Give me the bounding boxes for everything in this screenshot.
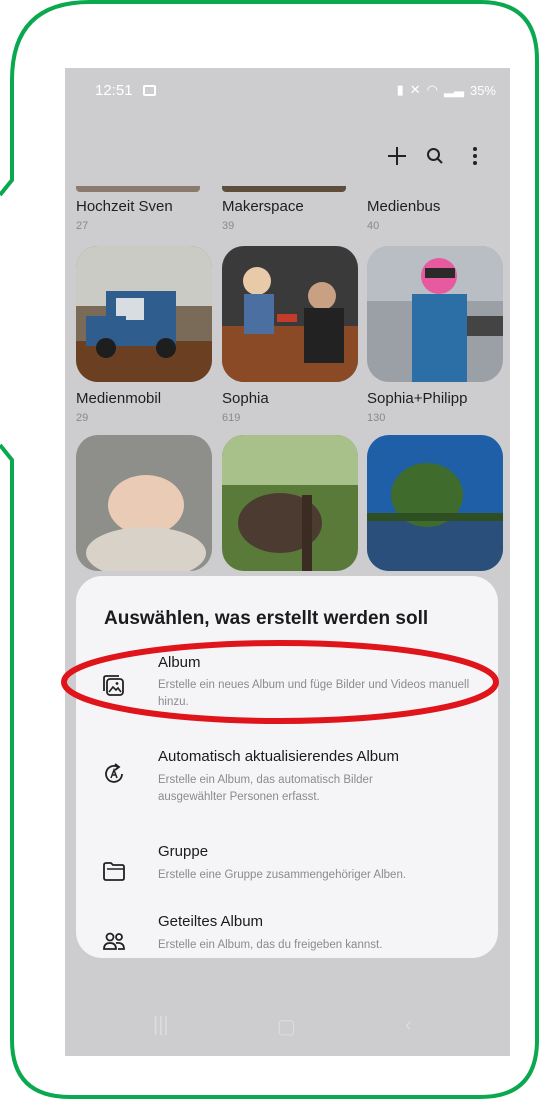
navigation-bar: ||| ▢ ‹ — [65, 996, 510, 1056]
more-vertical-icon — [473, 147, 477, 165]
option-auto-updating-album[interactable]: Automatisch aktualisierendes Album Erste… — [76, 748, 498, 828]
album-item[interactable]: Hochzeit Sven 27 — [76, 186, 212, 232]
phone-screen: 12:51 ▮ ✕ ◠ ▂▃ 35% Hochzeit Sven 27 Make… — [65, 68, 510, 1056]
album-thumbnail — [367, 435, 503, 571]
option-album[interactable]: Album Erstelle ein neues Album und füge … — [76, 654, 498, 724]
album-name: Hochzeit Sven — [76, 198, 173, 215]
album-thumbnail — [222, 246, 358, 382]
album-name: Sophia — [222, 390, 269, 407]
option-description: Erstelle ein neues Album und füge Bilder… — [158, 679, 470, 708]
search-icon — [427, 148, 443, 164]
album-name: Medienmobil — [76, 390, 162, 407]
album-count: 29 — [76, 412, 89, 424]
album-count: 130 — [367, 412, 386, 424]
recent-apps-icon[interactable]: ||| — [153, 1014, 169, 1037]
album-item[interactable] — [367, 435, 503, 571]
option-group[interactable]: Gruppe Erstelle eine Gruppe zusammengehö… — [76, 843, 498, 888]
option-title: Album — [158, 654, 201, 671]
wifi-icon: ◠ — [426, 82, 438, 97]
option-title: Gruppe — [158, 843, 209, 860]
plus-icon — [388, 147, 406, 165]
image-notification-icon — [143, 85, 156, 96]
mute-icon: ✕ — [409, 82, 421, 97]
album-thumbnail — [222, 186, 346, 192]
battery-saver-icon: ▮ — [396, 82, 404, 97]
album-thumbnail — [222, 435, 358, 571]
album-count: 619 — [222, 412, 241, 424]
option-description: Erstelle ein Album, das automatisch Bild… — [158, 774, 373, 803]
album-thumbnail — [367, 186, 491, 192]
signal-icon: ▂▃ — [443, 82, 464, 97]
shared-album-icon — [103, 932, 125, 950]
add-button[interactable] — [383, 142, 411, 170]
option-description: Erstelle ein Album, das du freigeben kan… — [158, 939, 383, 951]
option-title: Automatisch aktualisierendes Album — [158, 748, 399, 765]
album-item[interactable]: Sophia+Philipp 130 — [367, 246, 503, 424]
search-button[interactable] — [421, 142, 449, 170]
home-icon[interactable]: ▢ — [277, 1014, 296, 1039]
album-item[interactable]: Makerspace 39 — [222, 186, 358, 232]
album-name: Makerspace — [222, 198, 304, 215]
album-item[interactable]: Medienmobil 29 — [76, 246, 212, 424]
sheet-title: Auswählen, was erstellt werden soll — [104, 608, 429, 629]
album-name: Sophia+Philipp — [367, 390, 468, 407]
status-time: 12:51 — [95, 82, 133, 99]
option-description: Erstelle eine Gruppe zusammengehöriger A… — [158, 869, 407, 881]
back-icon[interactable]: ‹ — [405, 1014, 412, 1037]
auto-update-album-icon — [105, 763, 123, 783]
album-count: 39 — [222, 220, 235, 232]
album-item[interactable]: Medienbus 40 — [367, 186, 503, 232]
group-folder-icon — [103, 862, 125, 881]
album-thumbnail — [76, 246, 212, 382]
create-bottom-sheet: Auswählen, was erstellt werden soll Albu… — [76, 576, 498, 958]
album-name: Medienbus — [367, 198, 441, 215]
status-icons: ▮ ✕ ◠ ▂▃ 35% — [397, 82, 496, 98]
option-shared-album[interactable]: Geteiltes Album Erstelle ein Album, das … — [76, 913, 498, 958]
album-thumbnail — [76, 186, 200, 192]
album-thumbnail — [76, 435, 212, 571]
album-count: 40 — [367, 220, 380, 232]
album-item[interactable] — [76, 435, 212, 571]
album-count: 27 — [76, 220, 89, 232]
album-item[interactable]: Sophia 619 — [222, 246, 358, 424]
more-options-button[interactable] — [461, 142, 489, 170]
album-icon — [103, 675, 124, 696]
album-item[interactable] — [222, 435, 358, 571]
album-thumbnail — [367, 246, 503, 382]
option-title: Geteiltes Album — [158, 913, 264, 930]
battery-level: 35% — [469, 82, 496, 98]
status-bar: 12:51 ▮ ✕ ◠ ▂▃ 35% — [65, 68, 510, 112]
